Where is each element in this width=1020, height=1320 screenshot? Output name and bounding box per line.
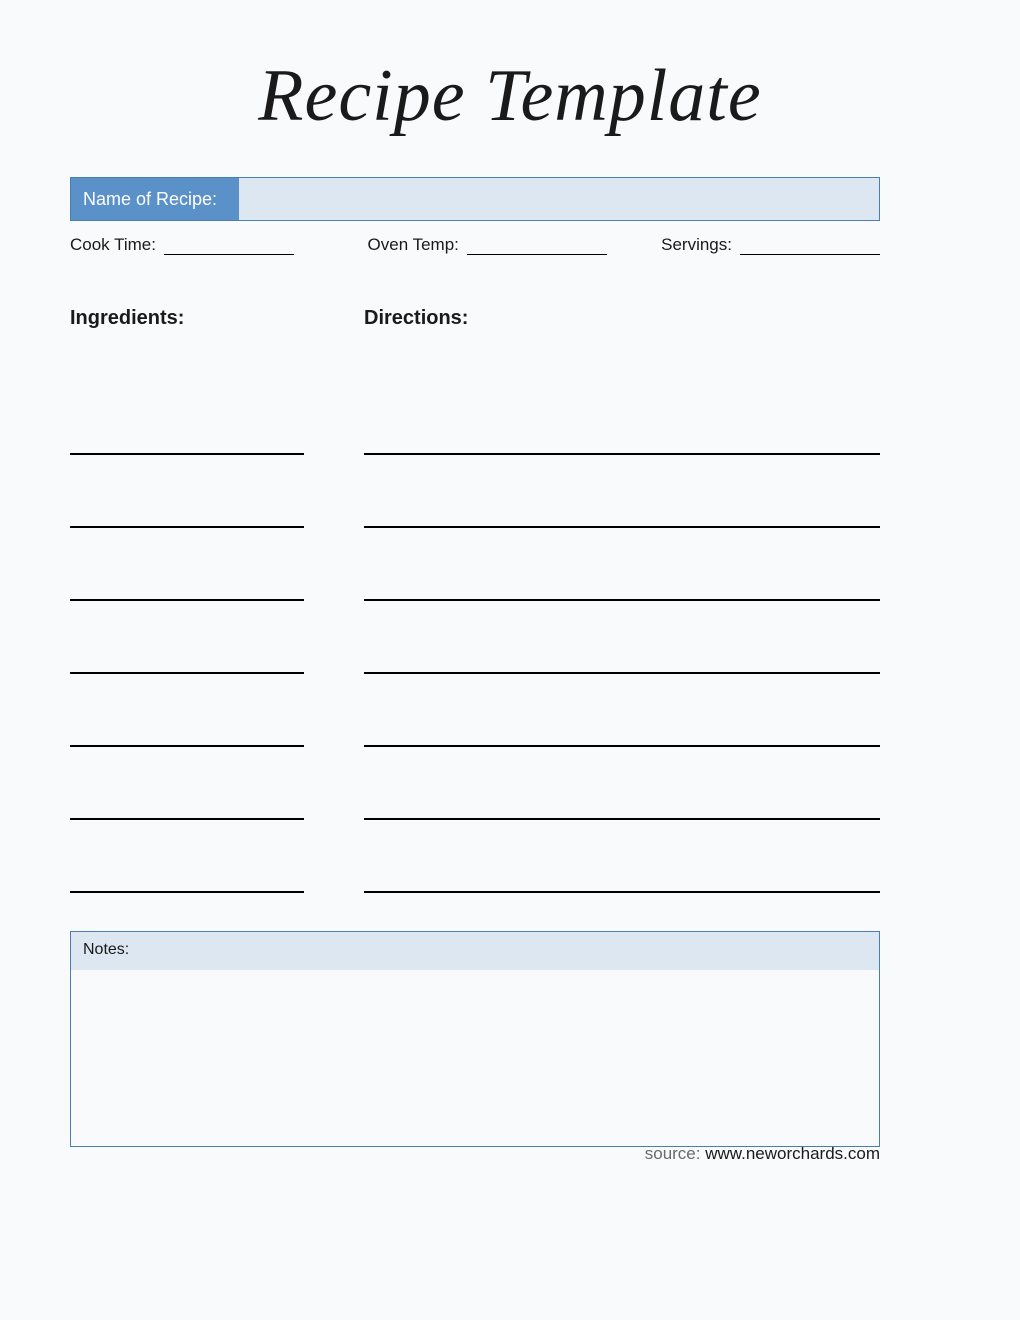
name-of-recipe-field[interactable] (239, 178, 879, 220)
servings-label: Servings: (661, 235, 732, 255)
ingredients-column: Ingredients: (70, 307, 304, 893)
ingredients-heading: Ingredients: (70, 307, 304, 330)
ingredient-line[interactable] (70, 455, 304, 528)
direction-line[interactable] (364, 528, 880, 601)
ingredient-line[interactable] (70, 674, 304, 747)
oven-temp-field[interactable] (467, 233, 607, 255)
cook-time-item: Cook Time: (70, 233, 368, 255)
notes-box: Notes: (70, 931, 880, 1147)
source-attribution: source: www.neworchards.com (645, 1144, 880, 1164)
ingredient-line[interactable] (70, 601, 304, 674)
ingredient-line[interactable] (70, 528, 304, 601)
servings-item: Servings: (661, 233, 880, 255)
ingredient-line[interactable] (70, 747, 304, 820)
directions-column: Directions: (364, 307, 880, 893)
name-row: Name of Recipe: (70, 177, 880, 221)
servings-field[interactable] (740, 233, 880, 255)
oven-temp-item: Oven Temp: (368, 233, 662, 255)
ingredient-line[interactable] (70, 820, 304, 893)
source-prefix: source: (645, 1144, 705, 1163)
direction-line[interactable] (364, 820, 880, 893)
direction-line[interactable] (364, 382, 880, 455)
name-of-recipe-label: Name of Recipe: (71, 178, 239, 220)
notes-label: Notes: (71, 932, 879, 970)
source-url: www.neworchards.com (705, 1144, 880, 1163)
direction-line[interactable] (364, 674, 880, 747)
direction-line[interactable] (364, 601, 880, 674)
columns: Ingredients: Directions: (70, 307, 880, 893)
ingredient-line[interactable] (70, 382, 304, 455)
direction-line[interactable] (364, 747, 880, 820)
direction-line[interactable] (364, 455, 880, 528)
recipe-card: Name of Recipe: Cook Time: Oven Temp: Se… (70, 177, 880, 1147)
cook-time-field[interactable] (164, 233, 294, 255)
page-title: Recipe Template (0, 0, 1020, 177)
directions-heading: Directions: (364, 307, 880, 330)
meta-row: Cook Time: Oven Temp: Servings: (70, 233, 880, 255)
cook-time-label: Cook Time: (70, 235, 156, 255)
oven-temp-label: Oven Temp: (368, 235, 459, 255)
